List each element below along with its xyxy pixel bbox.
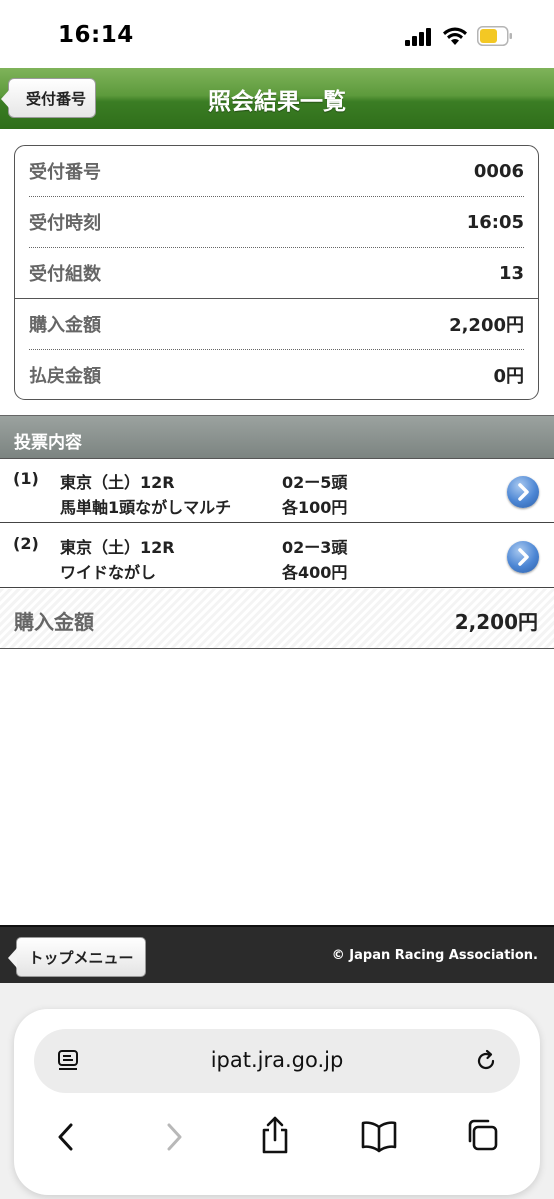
bet-amount: 各400円 bbox=[282, 563, 348, 582]
summary-card: 受付番号 0006 受付時刻 16:05 受付組数 13 購入金額 2,200円… bbox=[14, 145, 539, 400]
url-text: ipat.jra.go.jp bbox=[210, 1048, 344, 1072]
summary-label: 購入金額 bbox=[29, 315, 101, 336]
summary-value: 2,200円 bbox=[449, 315, 524, 336]
forward-arrow-icon[interactable] bbox=[160, 1121, 188, 1153]
browser-panel: ipat.jra.go.jp bbox=[14, 1009, 540, 1195]
status-time: 16:14 bbox=[58, 22, 134, 48]
bookmarks-icon[interactable] bbox=[360, 1119, 398, 1153]
bet-race: 東京（土）12R bbox=[60, 538, 175, 557]
bet-number: (2) bbox=[13, 534, 39, 553]
cellular-signal-icon bbox=[405, 28, 435, 46]
reload-icon[interactable] bbox=[474, 1049, 498, 1073]
section-header: 投票内容 bbox=[0, 415, 554, 459]
chevron-right-icon[interactable] bbox=[507, 541, 539, 573]
summary-value: 13 bbox=[498, 262, 524, 284]
address-bar[interactable]: ipat.jra.go.jp bbox=[34, 1029, 520, 1093]
total-value: 2,200円 bbox=[454, 610, 538, 634]
summary-label: 受付組数 bbox=[29, 264, 101, 285]
summary-label: 受付時刻 bbox=[29, 213, 101, 234]
tabs-icon[interactable] bbox=[464, 1117, 500, 1153]
header-bar: 受付番号 照会結果一覧 bbox=[0, 68, 554, 129]
summary-row-receipt-number: 受付番号 0006 bbox=[29, 146, 524, 196]
share-icon[interactable] bbox=[258, 1115, 292, 1155]
top-menu-button[interactable]: トップメニュー bbox=[8, 937, 146, 977]
summary-row-payout-amount: 払戻金額 0円 bbox=[29, 350, 524, 399]
browser-toolbar: ipat.jra.go.jp bbox=[0, 983, 554, 1199]
bet-race: 東京（土）12R bbox=[60, 473, 175, 492]
bet-type: ワイドながし bbox=[60, 563, 157, 582]
chevron-right-icon[interactable] bbox=[507, 476, 539, 508]
summary-value: 0006 bbox=[473, 160, 524, 182]
footer-bar: トップメニュー © Japan Racing Association. bbox=[0, 925, 554, 983]
total-purchase-row: 購入金額 2,200円 bbox=[0, 589, 554, 649]
summary-label: 受付番号 bbox=[29, 162, 101, 183]
wifi-icon bbox=[443, 27, 467, 45]
summary-label: 払戻金額 bbox=[29, 366, 101, 387]
summary-value: 16:05 bbox=[466, 211, 524, 233]
copyright-text: © Japan Racing Association. bbox=[331, 948, 538, 963]
summary-row-receipt-time: 受付時刻 16:05 bbox=[29, 197, 524, 247]
battery-icon bbox=[477, 26, 512, 46]
summary-row-purchase-amount: 購入金額 2,200円 bbox=[29, 299, 524, 349]
bet-combination: 02ー5頭 bbox=[282, 473, 348, 492]
summary-value: 0円 bbox=[493, 366, 524, 387]
bet-list-item[interactable]: (2) 東京（土）12R ワイドながし 02ー3頭 各400円 bbox=[0, 524, 554, 588]
status-bar: 16:14 bbox=[0, 0, 554, 68]
bet-list-item[interactable]: (1) 東京（土）12R 馬単軸1頭ながしマルチ 02ー5頭 各100円 bbox=[0, 459, 554, 523]
bet-combination: 02ー3頭 bbox=[282, 538, 348, 557]
back-arrow-icon[interactable] bbox=[52, 1121, 80, 1153]
page-title: 照会結果一覧 bbox=[208, 89, 346, 115]
bet-number: (1) bbox=[13, 469, 39, 488]
total-label: 購入金額 bbox=[14, 610, 94, 634]
summary-row-set-count: 受付組数 13 bbox=[29, 248, 524, 298]
bet-type: 馬単軸1頭ながしマルチ bbox=[60, 498, 232, 517]
bet-amount: 各100円 bbox=[282, 498, 348, 517]
